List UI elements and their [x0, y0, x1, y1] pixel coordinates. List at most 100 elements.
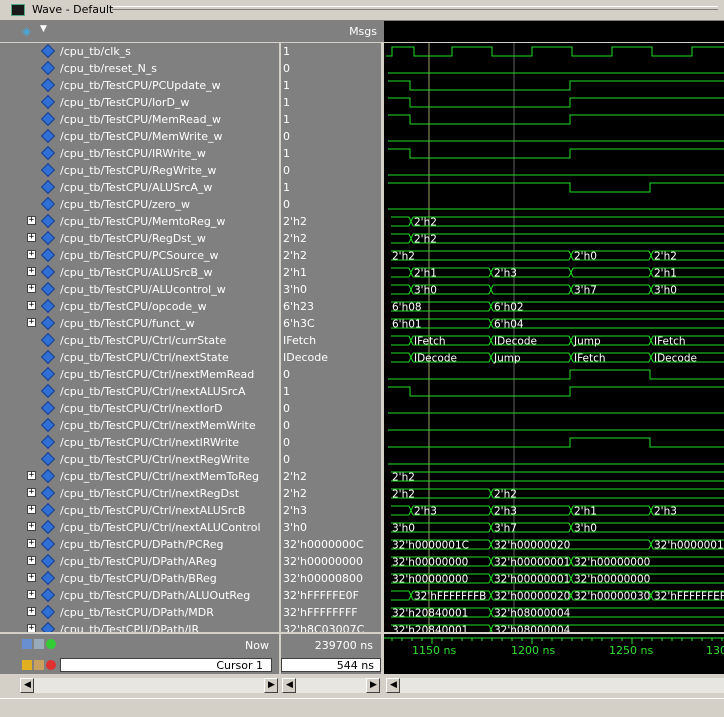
- add-cursor-icon[interactable]: [46, 639, 56, 649]
- signal-row[interactable]: /cpu_tb/TestCPU/Ctrl/nextALUSrcA: [0, 383, 279, 400]
- signal-value-row[interactable]: 1: [281, 145, 381, 162]
- signal-row[interactable]: + /cpu_tb/TestCPU/ALUcontrol_w: [0, 281, 279, 298]
- signal-row[interactable]: /cpu_tb/TestCPU/ALUSrcA_w: [0, 179, 279, 196]
- signal-names-pane[interactable]: /cpu_tb/clk_s/cpu_tb/reset_N_s/cpu_tb/Te…: [0, 43, 279, 632]
- signal-row[interactable]: + /cpu_tb/TestCPU/funct_w: [0, 315, 279, 332]
- titlebar-grip[interactable]: [112, 6, 718, 10]
- signal-row[interactable]: + /cpu_tb/TestCPU/Ctrl/nextALUSrcB: [0, 502, 279, 519]
- wave-scroll-track[interactable]: [400, 678, 724, 693]
- signal-row[interactable]: + /cpu_tb/TestCPU/DPath/PCReg: [0, 536, 279, 553]
- signal-value-row[interactable]: 1: [281, 111, 381, 128]
- values-scroll-left-button[interactable]: ◀: [282, 678, 296, 693]
- signal-row[interactable]: /cpu_tb/TestCPU/Ctrl/nextState: [0, 349, 279, 366]
- expand-icon[interactable]: +: [27, 250, 36, 259]
- expand-icon[interactable]: +: [27, 624, 36, 632]
- expand-icon[interactable]: +: [27, 284, 36, 293]
- signal-row[interactable]: + /cpu_tb/TestCPU/DPath/IR: [0, 621, 279, 632]
- signal-row[interactable]: /cpu_tb/TestCPU/Ctrl/nextRegWrite: [0, 451, 279, 468]
- signal-value-row[interactable]: 1: [281, 94, 381, 111]
- signal-values-pane[interactable]: 1 0 1 1 1 0 1 0 1 0 2'h2 2'h2 2'h2 2'h1 3'h0 6'h23 6'h3C…: [281, 43, 381, 632]
- cursor-name-field[interactable]: Cursor 1: [60, 658, 272, 672]
- signal-value-row[interactable]: 2'h2: [281, 230, 381, 247]
- signal-value-row[interactable]: 2'h2: [281, 468, 381, 485]
- signal-value-row[interactable]: 0: [281, 162, 381, 179]
- signal-value-row[interactable]: 0: [281, 400, 381, 417]
- signal-value-row[interactable]: 2'h2: [281, 485, 381, 502]
- signal-row[interactable]: /cpu_tb/TestCPU/MemRead_w: [0, 111, 279, 128]
- wave-scroll-left-button[interactable]: ◀: [386, 678, 400, 693]
- now-icon[interactable]: [22, 639, 32, 649]
- signal-row[interactable]: + /cpu_tb/TestCPU/opcode_w: [0, 298, 279, 315]
- lock-icon[interactable]: [22, 660, 32, 670]
- timeline-ruler[interactable]: 1150 ns 1200 ns 1250 ns 130: [384, 634, 724, 674]
- signal-value-row[interactable]: 3'h0: [281, 519, 381, 536]
- expand-icon[interactable]: +: [27, 488, 36, 497]
- signal-row[interactable]: + /cpu_tb/TestCPU/MemtoReg_w: [0, 213, 279, 230]
- signal-value-row[interactable]: 0: [281, 196, 381, 213]
- signal-row[interactable]: /cpu_tb/TestCPU/IorD_w: [0, 94, 279, 111]
- signal-row[interactable]: + /cpu_tb/TestCPU/DPath/AReg: [0, 553, 279, 570]
- values-scroll-track[interactable]: [296, 678, 366, 693]
- signal-value-row[interactable]: 2'h3: [281, 502, 381, 519]
- signal-row[interactable]: /cpu_tb/TestCPU/Ctrl/nextIorD: [0, 400, 279, 417]
- signal-row[interactable]: + /cpu_tb/TestCPU/DPath/BReg: [0, 570, 279, 587]
- expand-icon[interactable]: +: [27, 318, 36, 327]
- signal-value-row[interactable]: 0: [281, 417, 381, 434]
- signal-row[interactable]: + /cpu_tb/TestCPU/DPath/MDR: [0, 604, 279, 621]
- signal-value-row[interactable]: IDecode: [281, 349, 381, 366]
- expand-icon[interactable]: +: [27, 216, 36, 225]
- signal-row[interactable]: /cpu_tb/reset_N_s: [0, 60, 279, 77]
- delete-cursor-icon[interactable]: [46, 660, 56, 670]
- signal-value-row[interactable]: 1: [281, 179, 381, 196]
- signal-value-row[interactable]: 1: [281, 77, 381, 94]
- signal-row[interactable]: /cpu_tb/clk_s: [0, 43, 279, 60]
- signal-row[interactable]: /cpu_tb/TestCPU/Ctrl/nextIRWrite: [0, 434, 279, 451]
- signal-row[interactable]: + /cpu_tb/TestCPU/Ctrl/nextALUControl: [0, 519, 279, 536]
- signal-row[interactable]: /cpu_tb/TestCPU/IRWrite_w: [0, 145, 279, 162]
- names-scroll-left-button[interactable]: ◀: [20, 678, 34, 693]
- signal-row[interactable]: + /cpu_tb/TestCPU/RegDst_w: [0, 230, 279, 247]
- signal-value-row[interactable]: 6'h23: [281, 298, 381, 315]
- signal-value-row[interactable]: 32'h0000000C: [281, 536, 381, 553]
- signal-value-row[interactable]: 0: [281, 128, 381, 145]
- signal-value-row[interactable]: 32'hFFFFFE0F: [281, 587, 381, 604]
- signal-row[interactable]: + /cpu_tb/TestCPU/PCSource_w: [0, 247, 279, 264]
- grid-icon[interactable]: [34, 639, 44, 649]
- waveform-pane[interactable]: 2'h2 2'h2 2'h2 2'h0 2'h2 2'h1 2'h3 2'h1 3'h0 3'h7…: [384, 43, 724, 632]
- signal-value-row[interactable]: 32'h8C03007C: [281, 621, 381, 632]
- names-scroll-track[interactable]: [34, 678, 264, 693]
- signal-value-row[interactable]: 1: [281, 383, 381, 400]
- signal-row[interactable]: /cpu_tb/TestCPU/Ctrl/nextMemRead: [0, 366, 279, 383]
- expand-icon[interactable]: +: [27, 556, 36, 565]
- signal-row[interactable]: /cpu_tb/TestCPU/Ctrl/currState: [0, 332, 279, 349]
- signal-row[interactable]: + /cpu_tb/TestCPU/DPath/ALUOutReg: [0, 587, 279, 604]
- signal-row[interactable]: /cpu_tb/TestCPU/PCUpdate_w: [0, 77, 279, 94]
- values-scroll-right-button[interactable]: ▶: [366, 678, 380, 693]
- signal-value-row[interactable]: 0: [281, 451, 381, 468]
- expand-icon[interactable]: +: [27, 607, 36, 616]
- expand-icon[interactable]: +: [27, 233, 36, 242]
- signal-value-row[interactable]: 0: [281, 434, 381, 451]
- expand-icon[interactable]: +: [27, 267, 36, 276]
- signal-row[interactable]: + /cpu_tb/TestCPU/ALUSrcB_w: [0, 264, 279, 281]
- signal-row[interactable]: /cpu_tb/TestCPU/zero_w: [0, 196, 279, 213]
- signal-list-icon[interactable]: ◈: [22, 25, 36, 37]
- expand-icon[interactable]: +: [27, 505, 36, 514]
- pencil-icon[interactable]: [34, 660, 44, 670]
- window-titlebar[interactable]: Wave - Default: [0, 0, 724, 21]
- signal-value-row[interactable]: 32'h00000000: [281, 553, 381, 570]
- expand-icon[interactable]: +: [27, 301, 36, 310]
- expand-icon[interactable]: +: [27, 522, 36, 531]
- signal-value-row[interactable]: 6'h3C: [281, 315, 381, 332]
- signal-row[interactable]: + /cpu_tb/TestCPU/Ctrl/nextRegDst: [0, 485, 279, 502]
- signal-row[interactable]: /cpu_tb/TestCPU/RegWrite_w: [0, 162, 279, 179]
- chevron-down-icon[interactable]: ▼: [40, 24, 47, 34]
- signal-row[interactable]: /cpu_tb/TestCPU/MemWrite_w: [0, 128, 279, 145]
- signal-row[interactable]: + /cpu_tb/TestCPU/Ctrl/nextMemToReg: [0, 468, 279, 485]
- signal-value-row[interactable]: IFetch: [281, 332, 381, 349]
- expand-icon[interactable]: +: [27, 539, 36, 548]
- signal-value-row[interactable]: 2'h1: [281, 264, 381, 281]
- names-scroll-right-button[interactable]: ▶: [264, 678, 278, 693]
- signal-value-row[interactable]: 32'h00000800: [281, 570, 381, 587]
- expand-icon[interactable]: +: [27, 590, 36, 599]
